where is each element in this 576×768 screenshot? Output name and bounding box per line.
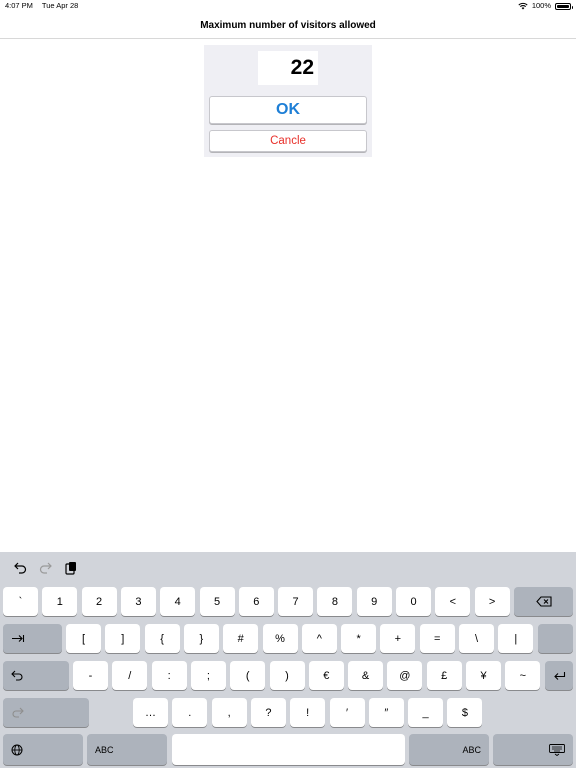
key-row1-8[interactable]: 8 bbox=[317, 587, 353, 616]
key-row4-7[interactable]: _ bbox=[408, 698, 444, 727]
backspace-key[interactable] bbox=[514, 587, 573, 616]
redo-icon[interactable] bbox=[37, 560, 53, 576]
tab-icon bbox=[12, 635, 25, 642]
battery-icon bbox=[555, 2, 573, 10]
key-row1-4[interactable]: 4 bbox=[160, 587, 196, 616]
status-time: 4:07 PM bbox=[5, 1, 33, 10]
key-row2-2[interactable]: { bbox=[144, 624, 180, 653]
key-row1-6[interactable]: 6 bbox=[238, 587, 274, 616]
battery-percent: 100% bbox=[531, 1, 551, 10]
key-row1-11[interactable]: < bbox=[435, 587, 471, 616]
key-row4-3[interactable]: ? bbox=[250, 698, 286, 727]
key-row4-6[interactable]: ″ bbox=[368, 698, 404, 727]
key-row2-6[interactable]: ^ bbox=[301, 624, 337, 653]
keyboard-dismiss-icon bbox=[549, 743, 565, 756]
key-row2-7[interactable]: * bbox=[341, 624, 377, 653]
key-row2-3[interactable]: } bbox=[183, 624, 219, 653]
paste-icon[interactable] bbox=[62, 560, 78, 576]
status-bar: 4:07 PM Tue Apr 28 100% bbox=[0, 0, 576, 12]
key-row1-9[interactable]: 9 bbox=[356, 587, 392, 616]
key-row2-0[interactable]: [ bbox=[66, 624, 101, 653]
return-icon bbox=[553, 671, 565, 680]
redo-arrow-icon bbox=[12, 707, 24, 718]
keyboard: ` 1 2 3 4 5 6 7 8 9 0 < > []{} #% ^ * + = \ | - /:;() € & @ £ ¥ ~ ….,… bbox=[0, 552, 576, 768]
visitor-count-field[interactable]: 22 bbox=[258, 51, 318, 85]
page-title: Maximum number of visitors allowed bbox=[200, 19, 376, 31]
key-row4-5[interactable]: ′ bbox=[329, 698, 365, 727]
key-row1-2[interactable]: 2 bbox=[81, 587, 117, 616]
key-row3-4[interactable]: ( bbox=[230, 661, 266, 690]
key-row3-2[interactable]: : bbox=[151, 661, 187, 690]
space-key[interactable] bbox=[172, 734, 405, 765]
key-row1-12[interactable]: > bbox=[474, 587, 510, 616]
globe-icon bbox=[11, 744, 23, 755]
key-row3-10[interactable]: ¥ bbox=[466, 661, 501, 690]
key-row1-7[interactable]: 7 bbox=[278, 587, 314, 616]
key-row1-1[interactable]: 1 bbox=[42, 587, 78, 616]
key-row3-7[interactable]: & bbox=[348, 661, 384, 690]
undo-key[interactable] bbox=[3, 661, 69, 690]
key-row1-10[interactable]: 0 bbox=[396, 587, 431, 616]
key-row3-9[interactable]: £ bbox=[426, 661, 462, 690]
key-row3-5[interactable]: ) bbox=[269, 661, 305, 690]
key-row3-8[interactable]: @ bbox=[387, 661, 423, 690]
return-key-upper[interactable] bbox=[538, 624, 573, 653]
key-row1-0[interactable]: ` bbox=[3, 587, 38, 616]
undo-icon[interactable] bbox=[12, 560, 28, 576]
key-row1-5[interactable]: 5 bbox=[199, 587, 235, 616]
key-row2-11[interactable]: | bbox=[498, 624, 534, 653]
key-row2-1[interactable]: ] bbox=[105, 624, 141, 653]
key-row3-0[interactable]: - bbox=[73, 661, 108, 690]
key-row2-4[interactable]: # bbox=[223, 624, 259, 653]
redo-key[interactable] bbox=[3, 698, 89, 727]
abc-key-left[interactable]: ABC bbox=[87, 734, 167, 765]
globe-key[interactable] bbox=[3, 734, 83, 765]
key-row2-8[interactable]: + bbox=[380, 624, 416, 653]
keyboard-dismiss-key[interactable] bbox=[493, 734, 573, 765]
key-row4-4[interactable]: ! bbox=[290, 698, 326, 727]
status-date: Tue Apr 28 bbox=[41, 1, 79, 10]
key-row3-11[interactable]: ~ bbox=[505, 661, 541, 690]
delete-icon bbox=[535, 596, 552, 607]
key-row2-5[interactable]: % bbox=[262, 624, 298, 653]
wifi-icon bbox=[518, 2, 528, 10]
tab-key[interactable] bbox=[3, 624, 62, 653]
key-row4-8[interactable]: $ bbox=[447, 698, 483, 727]
abc-key-right[interactable]: ABC bbox=[409, 734, 489, 765]
undo-arrow-icon bbox=[11, 670, 23, 681]
cancel-button[interactable]: Cancle bbox=[209, 130, 367, 152]
key-row2-10[interactable]: \ bbox=[459, 624, 494, 653]
key-row4-2[interactable]: , bbox=[211, 698, 247, 727]
key-row3-1[interactable]: / bbox=[112, 661, 148, 690]
keyboard-toolbar bbox=[0, 552, 576, 584]
key-row3-6[interactable]: € bbox=[308, 661, 344, 690]
return-key[interactable] bbox=[545, 661, 573, 690]
key-row2-9[interactable]: = bbox=[419, 624, 455, 653]
number-dialog: 22 OK Cancle bbox=[204, 45, 372, 157]
key-row3-3[interactable]: ; bbox=[190, 661, 226, 690]
key-row1-3[interactable]: 3 bbox=[120, 587, 156, 616]
nav-bar: Maximum number of visitors allowed bbox=[0, 12, 576, 39]
key-row4-1[interactable]: . bbox=[172, 698, 208, 727]
key-row4-0[interactable]: … bbox=[133, 698, 168, 727]
ok-button[interactable]: OK bbox=[209, 96, 367, 124]
